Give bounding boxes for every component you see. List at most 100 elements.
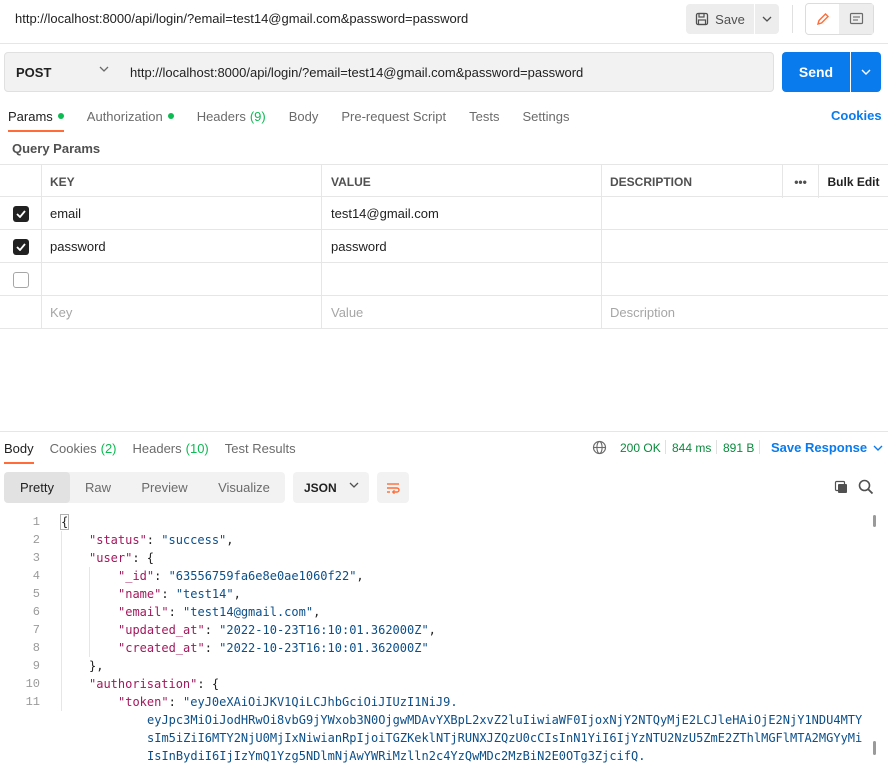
code-text: "email": "test14@gmail.com", xyxy=(118,605,321,619)
json-key: "name" xyxy=(118,587,162,601)
param-description-field[interactable] xyxy=(601,197,782,230)
header-description: DESCRIPTION xyxy=(601,165,782,198)
save-label: Save xyxy=(715,11,745,27)
tab-response-headers[interactable]: Headers (10) xyxy=(133,432,209,464)
line-number: 7 xyxy=(32,623,40,637)
line-number: 3 xyxy=(32,551,40,565)
code-text: eyJpc3MiOiJodHRwOi8vbG9jYWxob3N0OjgwMDAv… xyxy=(147,711,862,729)
tab-tests[interactable]: Tests xyxy=(469,100,499,132)
tab-response-body-label: Body xyxy=(4,440,34,456)
globe-icon[interactable] xyxy=(592,440,607,455)
horizontal-scrollbar-thumb[interactable] xyxy=(873,741,876,755)
tab-authorization[interactable]: Authorization xyxy=(87,100,174,132)
preview-button[interactable]: Preview xyxy=(126,472,203,503)
json-key: "authorisation" xyxy=(89,677,198,691)
tab-settings-label: Settings xyxy=(522,108,570,124)
pencil-icon xyxy=(816,13,829,26)
row-checkbox-cell xyxy=(0,296,41,329)
chevron-down-icon xyxy=(99,66,109,72)
row-checkbox-cell xyxy=(0,263,41,296)
tab-prerequest-label: Pre-request Script xyxy=(341,108,447,124)
new-value-input[interactable]: Value xyxy=(321,296,601,329)
new-description-input[interactable]: Description xyxy=(601,296,782,329)
send-dropdown-button[interactable] xyxy=(851,52,881,92)
save-response-label: Save Response xyxy=(771,440,868,455)
json-brace: { xyxy=(59,514,70,530)
table-header-row: KEY VALUE DESCRIPTION ••• Bulk Edit xyxy=(0,164,888,198)
save-button[interactable]: Save xyxy=(686,4,754,34)
pretty-button[interactable]: Pretty xyxy=(4,472,70,503)
request-title[interactable]: http://localhost:8000/api/login/?email=t… xyxy=(15,11,468,26)
line-number: 6 xyxy=(32,605,40,619)
code-line: 4 "_id": "63556759fa6e8e0ae1060f22", xyxy=(0,567,870,585)
code-text: "token": "eyJ0eXAiOiJKV1QiLCJhbGciOiJIUz… xyxy=(118,695,458,709)
format-select[interactable]: JSON xyxy=(293,472,369,503)
search-icon[interactable] xyxy=(858,479,874,495)
param-key-field[interactable] xyxy=(41,263,321,296)
param-key-field[interactable]: password xyxy=(41,230,321,263)
query-params-title: Query Params xyxy=(12,141,101,156)
method-label: POST xyxy=(16,64,52,80)
visualize-button[interactable]: Visualize xyxy=(203,472,285,503)
send-button[interactable]: Send xyxy=(782,52,850,92)
line-number: 1 xyxy=(32,515,40,529)
param-checkbox[interactable] xyxy=(12,238,29,255)
copy-icon[interactable] xyxy=(834,480,849,495)
new-key-input[interactable]: Key xyxy=(41,296,321,329)
response-size[interactable]: 891 B xyxy=(723,441,754,455)
param-checkbox[interactable] xyxy=(12,205,29,222)
code-text: IsInBydiI6IjIzYmQ1Yzg5NDlmNjAwYWRiMzlln2… xyxy=(147,747,646,763)
code-line: 5 "name": "test14", xyxy=(0,585,870,603)
tab-headers[interactable]: Headers (9) xyxy=(197,100,266,132)
param-value-field[interactable]: test14@gmail.com xyxy=(321,197,601,230)
status-code[interactable]: 200 OK xyxy=(620,441,661,455)
bulk-edit-button[interactable]: Bulk Edit xyxy=(818,165,888,198)
json-string: sIm5iZiI6MTY2NjU0MjIxNiwianRpIjoiTGZKekl… xyxy=(147,731,863,745)
tab-response-cookies[interactable]: Cookies (2) xyxy=(50,432,117,464)
headers-count: (9) xyxy=(249,108,266,124)
param-value-field[interactable]: password xyxy=(321,230,601,263)
comments-button[interactable] xyxy=(839,4,873,34)
param-description-field[interactable] xyxy=(601,263,782,296)
code-line: 2 "status": "success", xyxy=(0,531,870,549)
scrollbar-thumb[interactable] xyxy=(873,515,876,527)
line-number: 4 xyxy=(32,569,40,583)
tab-params[interactable]: Params xyxy=(8,100,64,132)
cookies-link[interactable]: Cookies xyxy=(831,108,882,123)
response-time[interactable]: 844 ms xyxy=(672,441,711,455)
code-line: 1{ xyxy=(0,513,870,531)
tab-response-cookies-label: Cookies xyxy=(49,440,97,456)
edit-mode-button[interactable] xyxy=(806,4,839,34)
response-body-editor[interactable]: 1{ 2 "status": "success", 3 "user": { 4 "_i… xyxy=(0,513,870,763)
new-param-row: Key Value Description xyxy=(0,296,888,329)
tab-settings[interactable]: Settings xyxy=(522,100,569,132)
line-number: 8 xyxy=(32,641,40,655)
param-checkbox[interactable] xyxy=(12,271,29,288)
method-select[interactable]: POST xyxy=(4,52,120,92)
tab-body[interactable]: Body xyxy=(289,100,319,132)
code-line: 7 "updated_at": "2022-10-23T16:10:01.3620… xyxy=(0,621,870,639)
param-value-field[interactable] xyxy=(321,263,601,296)
json-key: "user" xyxy=(89,551,133,565)
url-input[interactable]: http://localhost:8000/api/login/?email=t… xyxy=(119,52,774,92)
tab-response-body[interactable]: Body xyxy=(4,432,34,464)
wrap-lines-button[interactable] xyxy=(377,472,409,503)
param-key-field[interactable]: email xyxy=(41,197,321,230)
tab-prerequest-script[interactable]: Pre-request Script xyxy=(341,100,446,132)
json-string: "2022-10-23T16:10:01.362000Z" xyxy=(219,623,429,637)
code-line: eyJpc3MiOiJodHRwOi8vbG9jYWxob3N0OjgwMDAv… xyxy=(0,711,870,729)
divider xyxy=(759,440,760,454)
cookies-count: (2) xyxy=(100,440,117,456)
row-checkbox-cell xyxy=(0,197,41,230)
save-response-button[interactable]: Save Response xyxy=(771,440,883,455)
save-dropdown-button[interactable] xyxy=(755,4,779,34)
json-key: "email" xyxy=(118,605,169,619)
param-description-field[interactable] xyxy=(601,230,782,263)
view-mode-toggle xyxy=(805,3,874,35)
tab-test-results[interactable]: Test Results xyxy=(225,432,296,464)
json-brace: }, xyxy=(89,659,104,673)
more-options-button[interactable]: ••• xyxy=(782,165,818,198)
json-string: eyJpc3MiOiJodHRwOi8vbG9jYWxob3N0OjgwMDAv… xyxy=(147,713,863,727)
raw-button[interactable]: Raw xyxy=(70,472,126,503)
json-string: "eyJ0eXAiOiJKV1QiLCJhbGciOiJIUzI1NiJ9. xyxy=(183,695,458,709)
